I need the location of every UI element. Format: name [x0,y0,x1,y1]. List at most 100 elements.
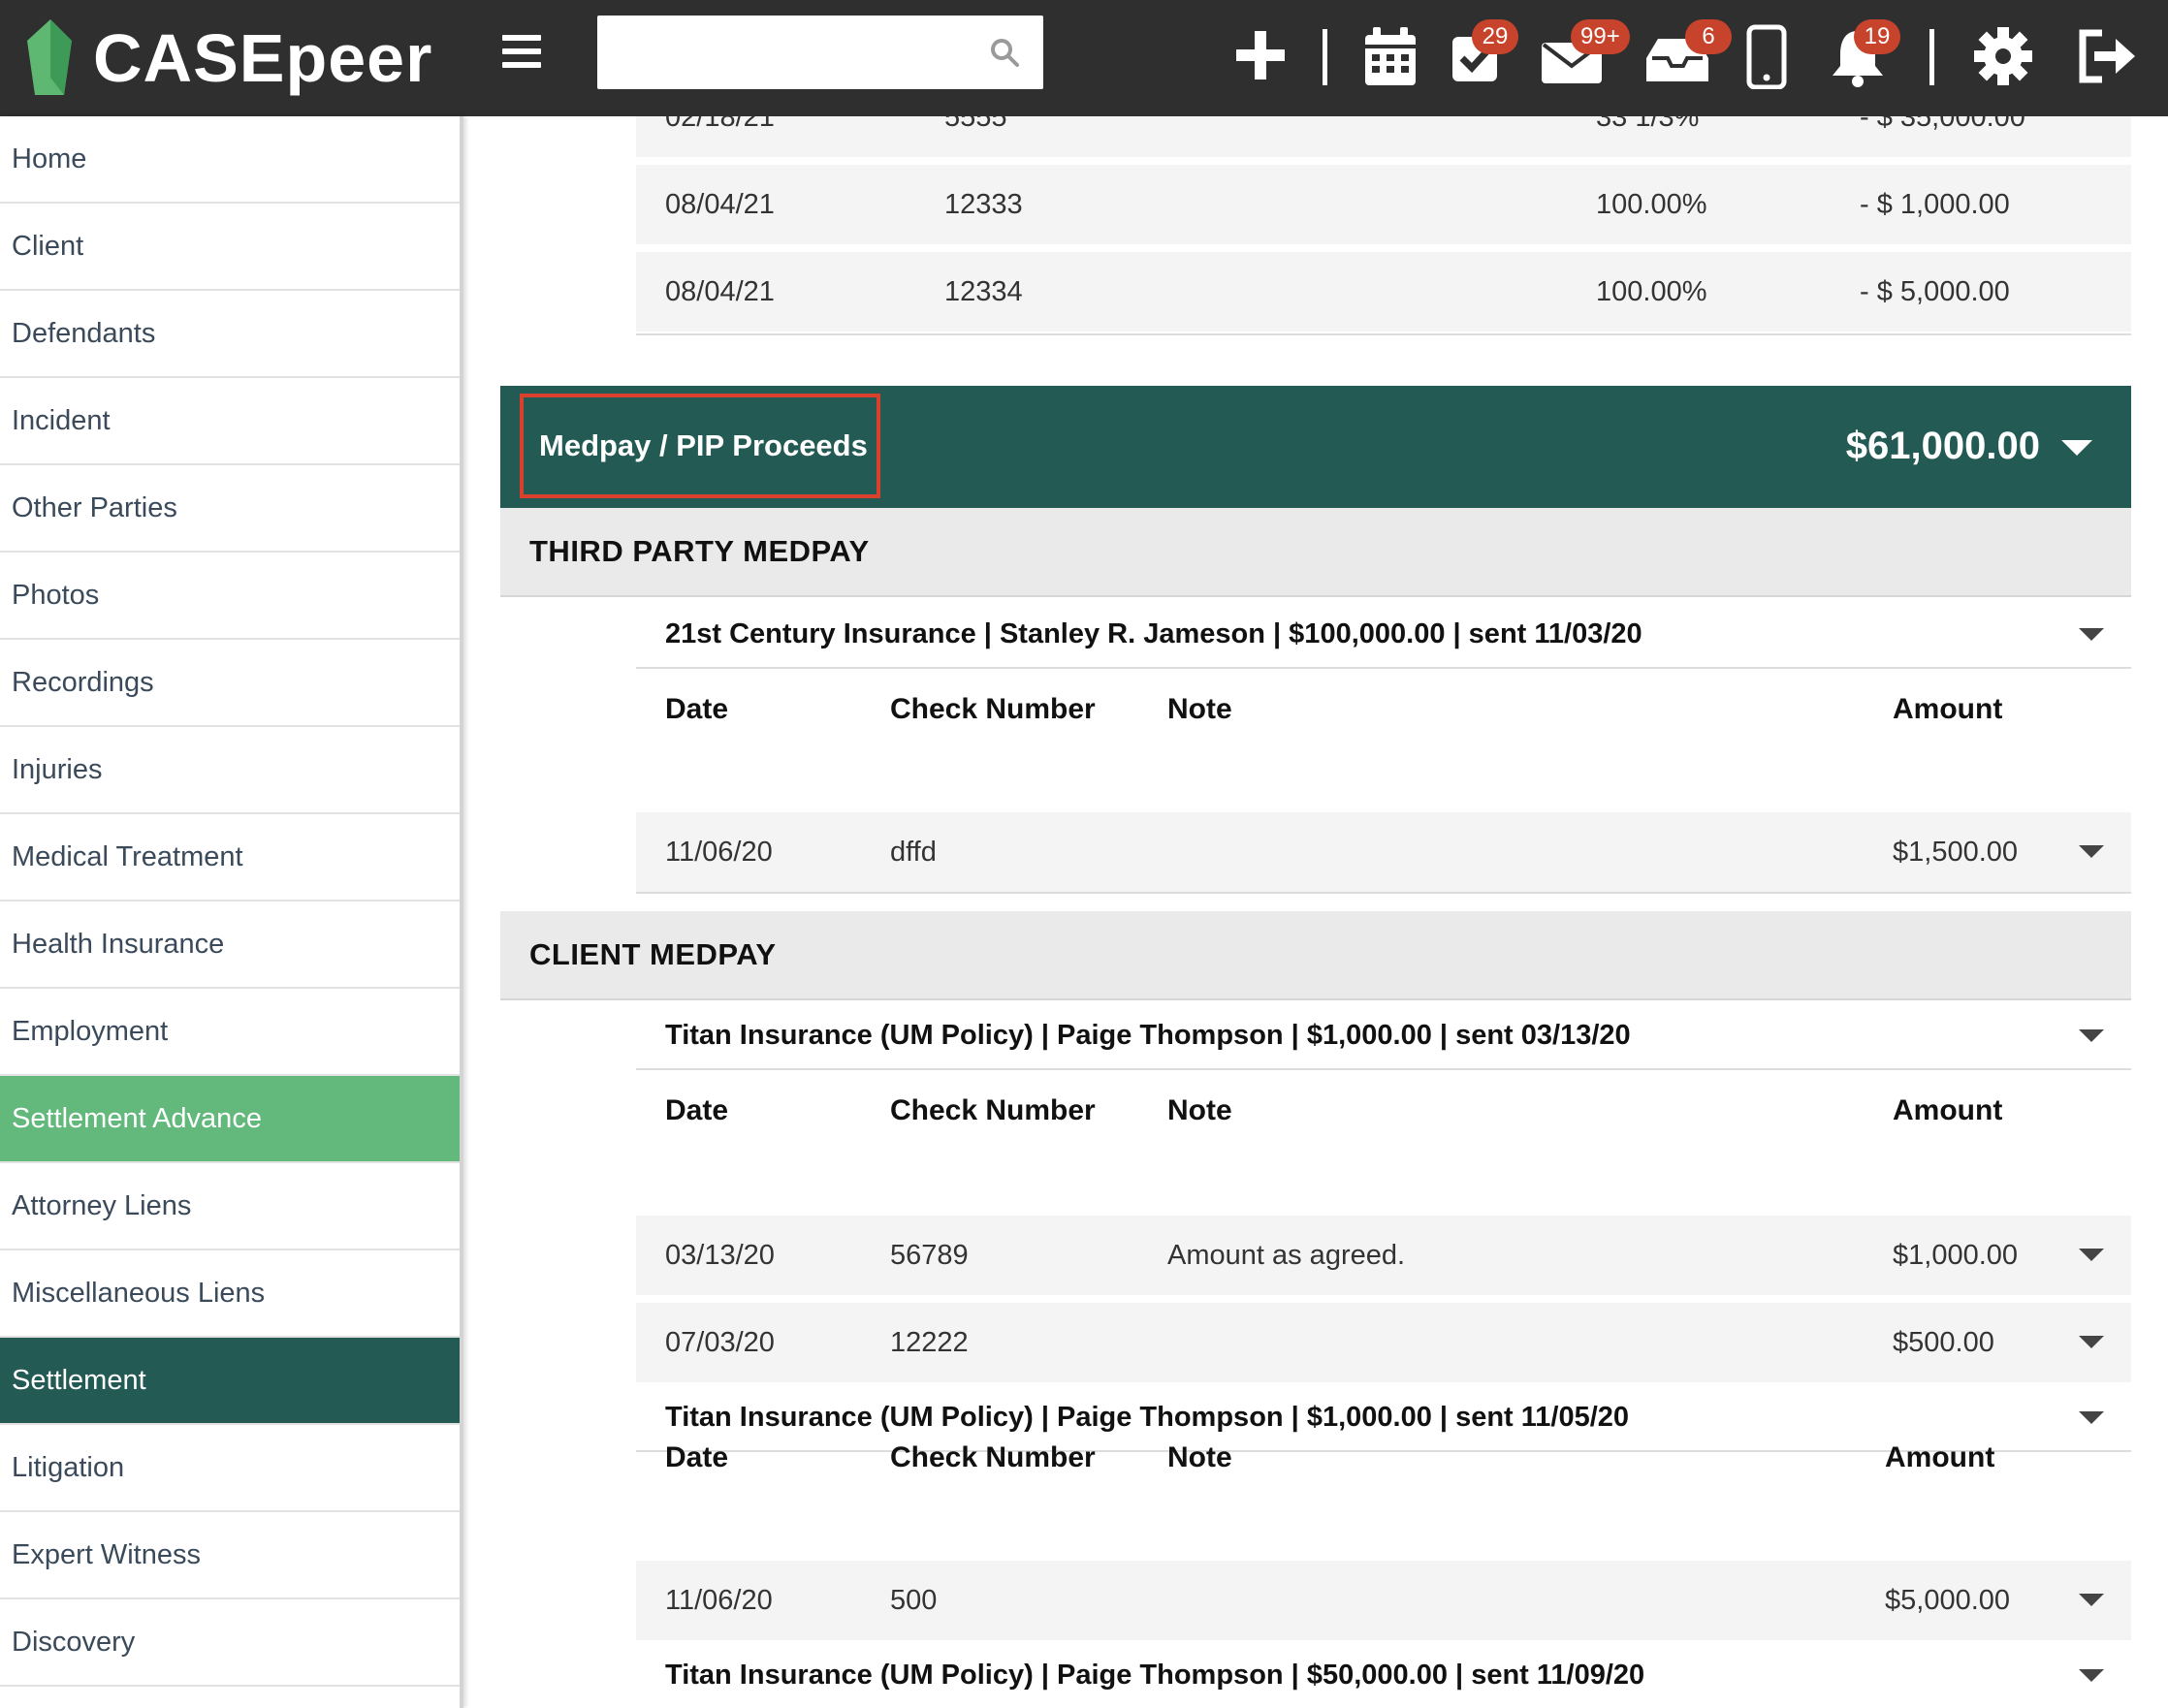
sidebar-item-recordings[interactable]: Recordings [0,640,460,727]
row-amount: $5,000.00 [1885,1585,2011,1616]
add-new-button[interactable] [1229,23,1291,89]
chevron-down-icon[interactable] [2079,845,2104,858]
tasks-count-badge: 29 [1472,19,1518,54]
logout-button[interactable] [2073,23,2141,89]
sidebar-item-attorney-liens[interactable]: Attorney Liens [0,1163,460,1250]
plus-icon [1236,31,1285,79]
sidebar-item-injuries[interactable]: Injuries [0,727,460,814]
col-amount: Amount [1885,1441,1995,1473]
medpay-pip-proceeds-header[interactable]: Medpay / PIP Proceeds $61,000.00 [500,386,2131,508]
row-number: 12334 [944,276,1023,307]
policy-summary: 21st Century Insurance | Stanley R. Jame… [665,618,1642,649]
col-check-number: Check Number [890,1441,1096,1473]
row-check-number: 56789 [890,1240,969,1271]
row-check-number: dffd [890,837,937,868]
client-medpay-heading: CLIENT MEDPAY [500,911,2131,1000]
col-amount: Amount [1893,1094,2003,1126]
payment-table: 11/06/20 dffd $1,500.00 [636,812,2131,894]
row-date: 03/13/20 [665,1240,775,1271]
sidebar-item-miscellaneous-liens[interactable]: Miscellaneous Liens [0,1250,460,1338]
sidebar-item-settlement[interactable]: Settlement [0,1338,460,1425]
inbox-count-badge: 6 [1685,19,1732,54]
policy-summary: Titan Insurance (UM Policy) | Paige Thom… [665,1660,1645,1691]
chevron-down-icon[interactable] [2079,1249,2104,1261]
notifications-count-badge: 19 [1854,19,1900,54]
row-date: 11/06/20 [665,1585,773,1616]
row-date: 07/03/20 [665,1327,775,1358]
logo-mark-icon [27,19,72,95]
app-name: CASEpeer [93,20,433,96]
policy-line[interactable]: Titan Insurance (UM Policy) | Paige Thom… [636,1640,2131,1708]
chevron-down-icon[interactable] [2079,1029,2104,1042]
table-row[interactable]: 07/03/20 12222 $500.00 [636,1303,2131,1382]
sidebar-item-expert-witness[interactable]: Expert Witness [0,1512,460,1599]
sidebar-item-litigation[interactable]: Litigation [0,1425,460,1512]
col-note: Note [1167,1094,1232,1126]
row-check-number: 500 [890,1585,938,1616]
col-date: Date [665,693,729,725]
row-percent: 100.00% [1596,189,1707,220]
row-amount: $1,500.00 [1893,837,2019,868]
row-amount: - $ 35,000.00 [1860,116,2025,133]
policy-line[interactable]: 21st Century Insurance | Stanley R. Jame… [636,599,2131,669]
sidebar-item-health-insurance[interactable]: Health Insurance [0,901,460,989]
calendar-icon [1365,27,1416,85]
row-amount: $1,000.00 [1893,1240,2019,1271]
column-headers: Date Check Number Note Amount [636,671,2131,748]
chevron-down-icon[interactable] [2079,1336,2104,1348]
menu-toggle-button[interactable] [502,35,541,74]
table-row: 08/04/21 12334 100.00% - $ 5,000.00 [636,252,2131,332]
chevron-down-icon[interactable] [2079,628,2104,641]
calendar-button[interactable] [1359,23,1421,89]
col-note: Note [1167,1441,1232,1473]
search-input[interactable] [597,16,966,89]
sidebar-item-discovery[interactable]: Discovery [0,1599,460,1687]
proceeds-title-highlight: Medpay / PIP Proceeds [520,394,880,498]
search-box [597,16,1043,89]
table-row: 08/04/21 12333 100.00% - $ 1,000.00 [636,165,2131,244]
main-content: 02/18/21 5555 33 1/3% - $ 35,000.00 08/0… [467,116,2168,1708]
sidebar-item-settlement-advance[interactable]: Settlement Advance [0,1076,460,1163]
table-row[interactable]: 11/06/20 500 $5,000.00 [636,1561,2131,1640]
sidebar-item-other-parties[interactable]: Other Parties [0,465,460,553]
row-check-number: 12222 [890,1327,969,1358]
sidebar-item-client[interactable]: Client [0,204,460,291]
gear-icon [1974,27,2032,85]
app-logo[interactable]: CASEpeer [21,10,432,107]
chevron-down-icon[interactable] [2079,1594,2104,1606]
col-amount: Amount [1893,693,2003,725]
row-percent: 33 1/3% [1596,116,1700,133]
toolbar-divider [1323,29,1327,85]
sidebar-item-home[interactable]: Home [0,116,460,204]
row-number: 5555 [944,116,1007,133]
row-number: 12333 [944,189,1023,220]
sidebar-item-defendants[interactable]: Defendants [0,291,460,378]
top-nav-bar: CASEpeer 29 99+ 6 19 [0,0,2168,116]
hamburger-icon [502,35,541,41]
payment-table: 03/13/20 56789 Amount as agreed. $1,000.… [636,1216,2131,1382]
sidebar-item-incident[interactable]: Incident [0,378,460,465]
row-date: 11/06/20 [665,837,773,868]
row-amount: $500.00 [1893,1327,1994,1358]
settings-button[interactable] [1972,23,2034,89]
mobile-phone-icon [1746,24,1787,90]
search-icon[interactable] [989,37,1020,68]
sidebar-item-photos[interactable]: Photos [0,553,460,640]
chevron-down-icon[interactable] [2079,1669,2104,1682]
column-headers: Date Check Number Note Amount [636,1419,2131,1497]
row-note: Amount as agreed. [1167,1240,1406,1271]
policy-line[interactable]: Titan Insurance (UM Policy) | Paige Thom… [636,1000,2131,1070]
table-row: 02/18/21 5555 33 1/3% - $ 35,000.00 [636,116,2131,157]
toolbar-divider [1929,29,1934,85]
column-headers: Date Check Number Note Amount [636,1072,2131,1150]
col-check-number: Check Number [890,693,1096,725]
sidebar-item-employment[interactable]: Employment [0,989,460,1076]
chevron-down-icon[interactable] [2061,440,2092,456]
table-row[interactable]: 03/13/20 56789 Amount as agreed. $1,000.… [636,1216,2131,1295]
col-check-number: Check Number [890,1094,1096,1126]
phone-button[interactable] [1741,23,1792,90]
sidebar-item-medical-treatment[interactable]: Medical Treatment [0,814,460,901]
proceeds-total: $61,000.00 [1845,425,2040,467]
col-date: Date [665,1441,729,1473]
table-row[interactable]: 11/06/20 dffd $1,500.00 [636,812,2131,892]
